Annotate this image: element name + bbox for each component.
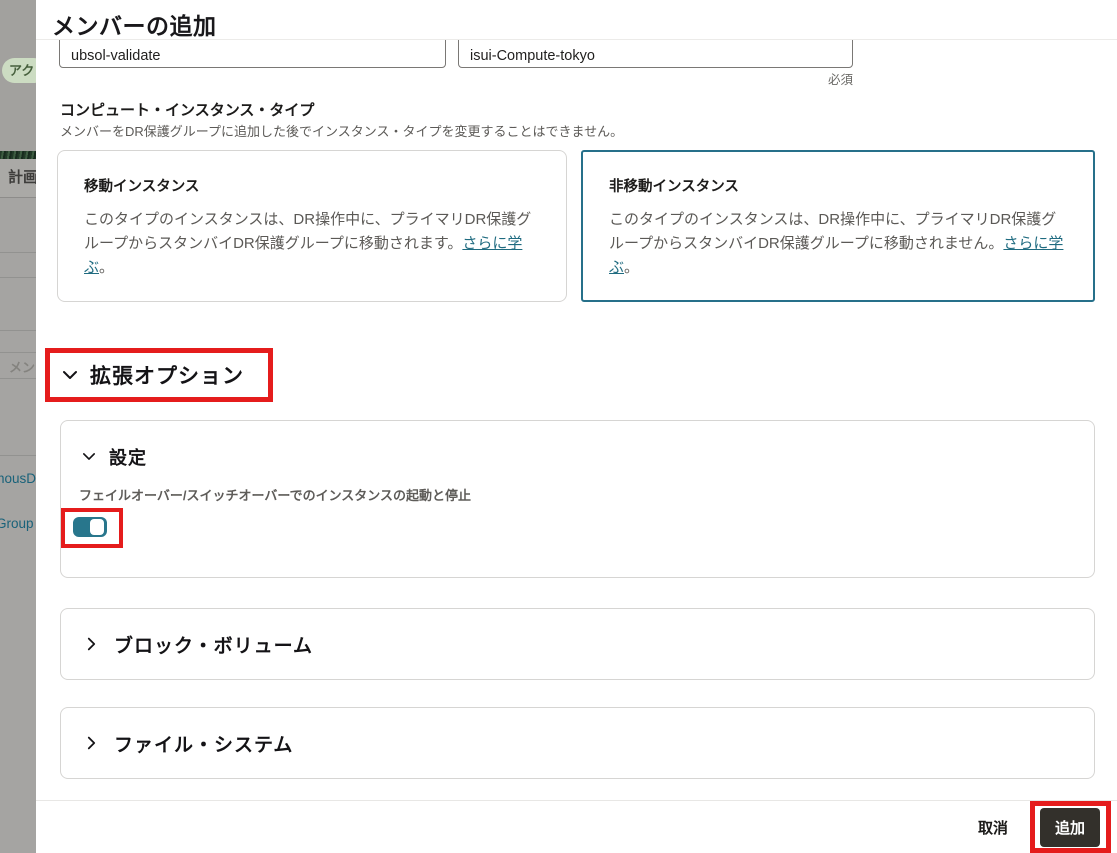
toggle-label: フェイルオーバー/スイッチオーバーでのインスタンスの起動と停止 — [79, 488, 472, 503]
banner-image — [0, 151, 36, 159]
tab-plan[interactable]: 計画 — [0, 159, 36, 198]
file-system-expander[interactable]: ファイル・システム — [60, 707, 1095, 779]
dialog-title: メンバーの追加 — [52, 13, 217, 39]
link-group[interactable]: Group — [0, 516, 34, 531]
divider — [0, 330, 36, 331]
cancel-button[interactable]: 取消 — [978, 817, 1008, 838]
block-volume-label: ブロック・ボリューム — [114, 635, 314, 657]
card-description: このタイプのインスタンスは、DR操作中に、プライマリDR保護グループからスタンバ… — [84, 208, 544, 280]
dialog-header: メンバーの追加 — [36, 0, 1117, 40]
dialog-content: 必須 コンピュート・インスタンス・タイプ メンバーをDR保護グループに追加した後… — [36, 0, 1117, 800]
settings-title: 設定 — [109, 448, 147, 468]
link-autonomous-db[interactable]: nousD — [0, 471, 36, 486]
file-system-label: ファイル・システム — [114, 734, 294, 756]
chevron-right-icon — [87, 637, 96, 651]
period: 。 — [624, 259, 640, 276]
screen: アク 計画 メン nousD Group 必須 コンピュート・インスタンス・タイ… — [0, 0, 1117, 853]
card-description: このタイプのインスタンスは、DR操作中に、プライマリDR保護グループからスタンバ… — [609, 208, 1071, 280]
card-title: 移動インスタンス — [84, 179, 200, 195]
divider — [0, 252, 36, 253]
divider — [0, 455, 36, 456]
divider — [0, 378, 36, 379]
chevron-down-icon — [83, 448, 95, 466]
add-button-annotation-box — [1030, 801, 1111, 853]
advanced-options-expander[interactable]: 拡張オプション — [90, 360, 244, 390]
block-volume-expander[interactable]: ブロック・ボリューム — [60, 608, 1095, 680]
card-body-text: このタイプのインスタンスは、DR操作中に、プライマリDR保護グループからスタンバ… — [609, 211, 1057, 252]
status-badge: アク — [2, 58, 36, 83]
add-member-dialog: 必須 コンピュート・インスタンス・タイプ メンバーをDR保護グループに追加した後… — [36, 0, 1117, 853]
card-title: 非移動インスタンス — [609, 179, 739, 195]
required-label: 必須 — [827, 73, 853, 87]
dialog-footer: 取消 追加 — [36, 800, 1117, 853]
card-moving-instance[interactable]: 移動インスタンス このタイプのインスタンスは、DR操作中に、プライマリDR保護グ… — [57, 150, 567, 302]
toggle-annotation-box — [61, 508, 123, 548]
chevron-right-icon — [87, 736, 96, 750]
period: 。 — [99, 259, 115, 276]
advanced-options-annotation-box: 拡張オプション — [45, 348, 273, 402]
instance-type-description: メンバーをDR保護グループに追加した後でインスタンス・タイプを変更することはでき… — [60, 124, 624, 139]
chevron-down-icon[interactable] — [63, 370, 77, 380]
card-non-moving-instance-selected[interactable]: 非移動インスタンス このタイプのインスタンスは、DR操作中に、プライマリDR保護… — [581, 150, 1095, 302]
table-header-members: メン — [9, 360, 36, 375]
instance-type-heading: コンピュート・インスタンス・タイプ — [60, 102, 315, 119]
background-page: アク 計画 メン nousD Group — [0, 0, 36, 853]
divider — [0, 352, 36, 353]
divider — [0, 277, 36, 278]
settings-panel: 設定 フェイルオーバー/スイッチオーバーでのインスタンスの起動と停止 — [60, 420, 1095, 578]
settings-header[interactable]: 設定 — [83, 444, 147, 470]
